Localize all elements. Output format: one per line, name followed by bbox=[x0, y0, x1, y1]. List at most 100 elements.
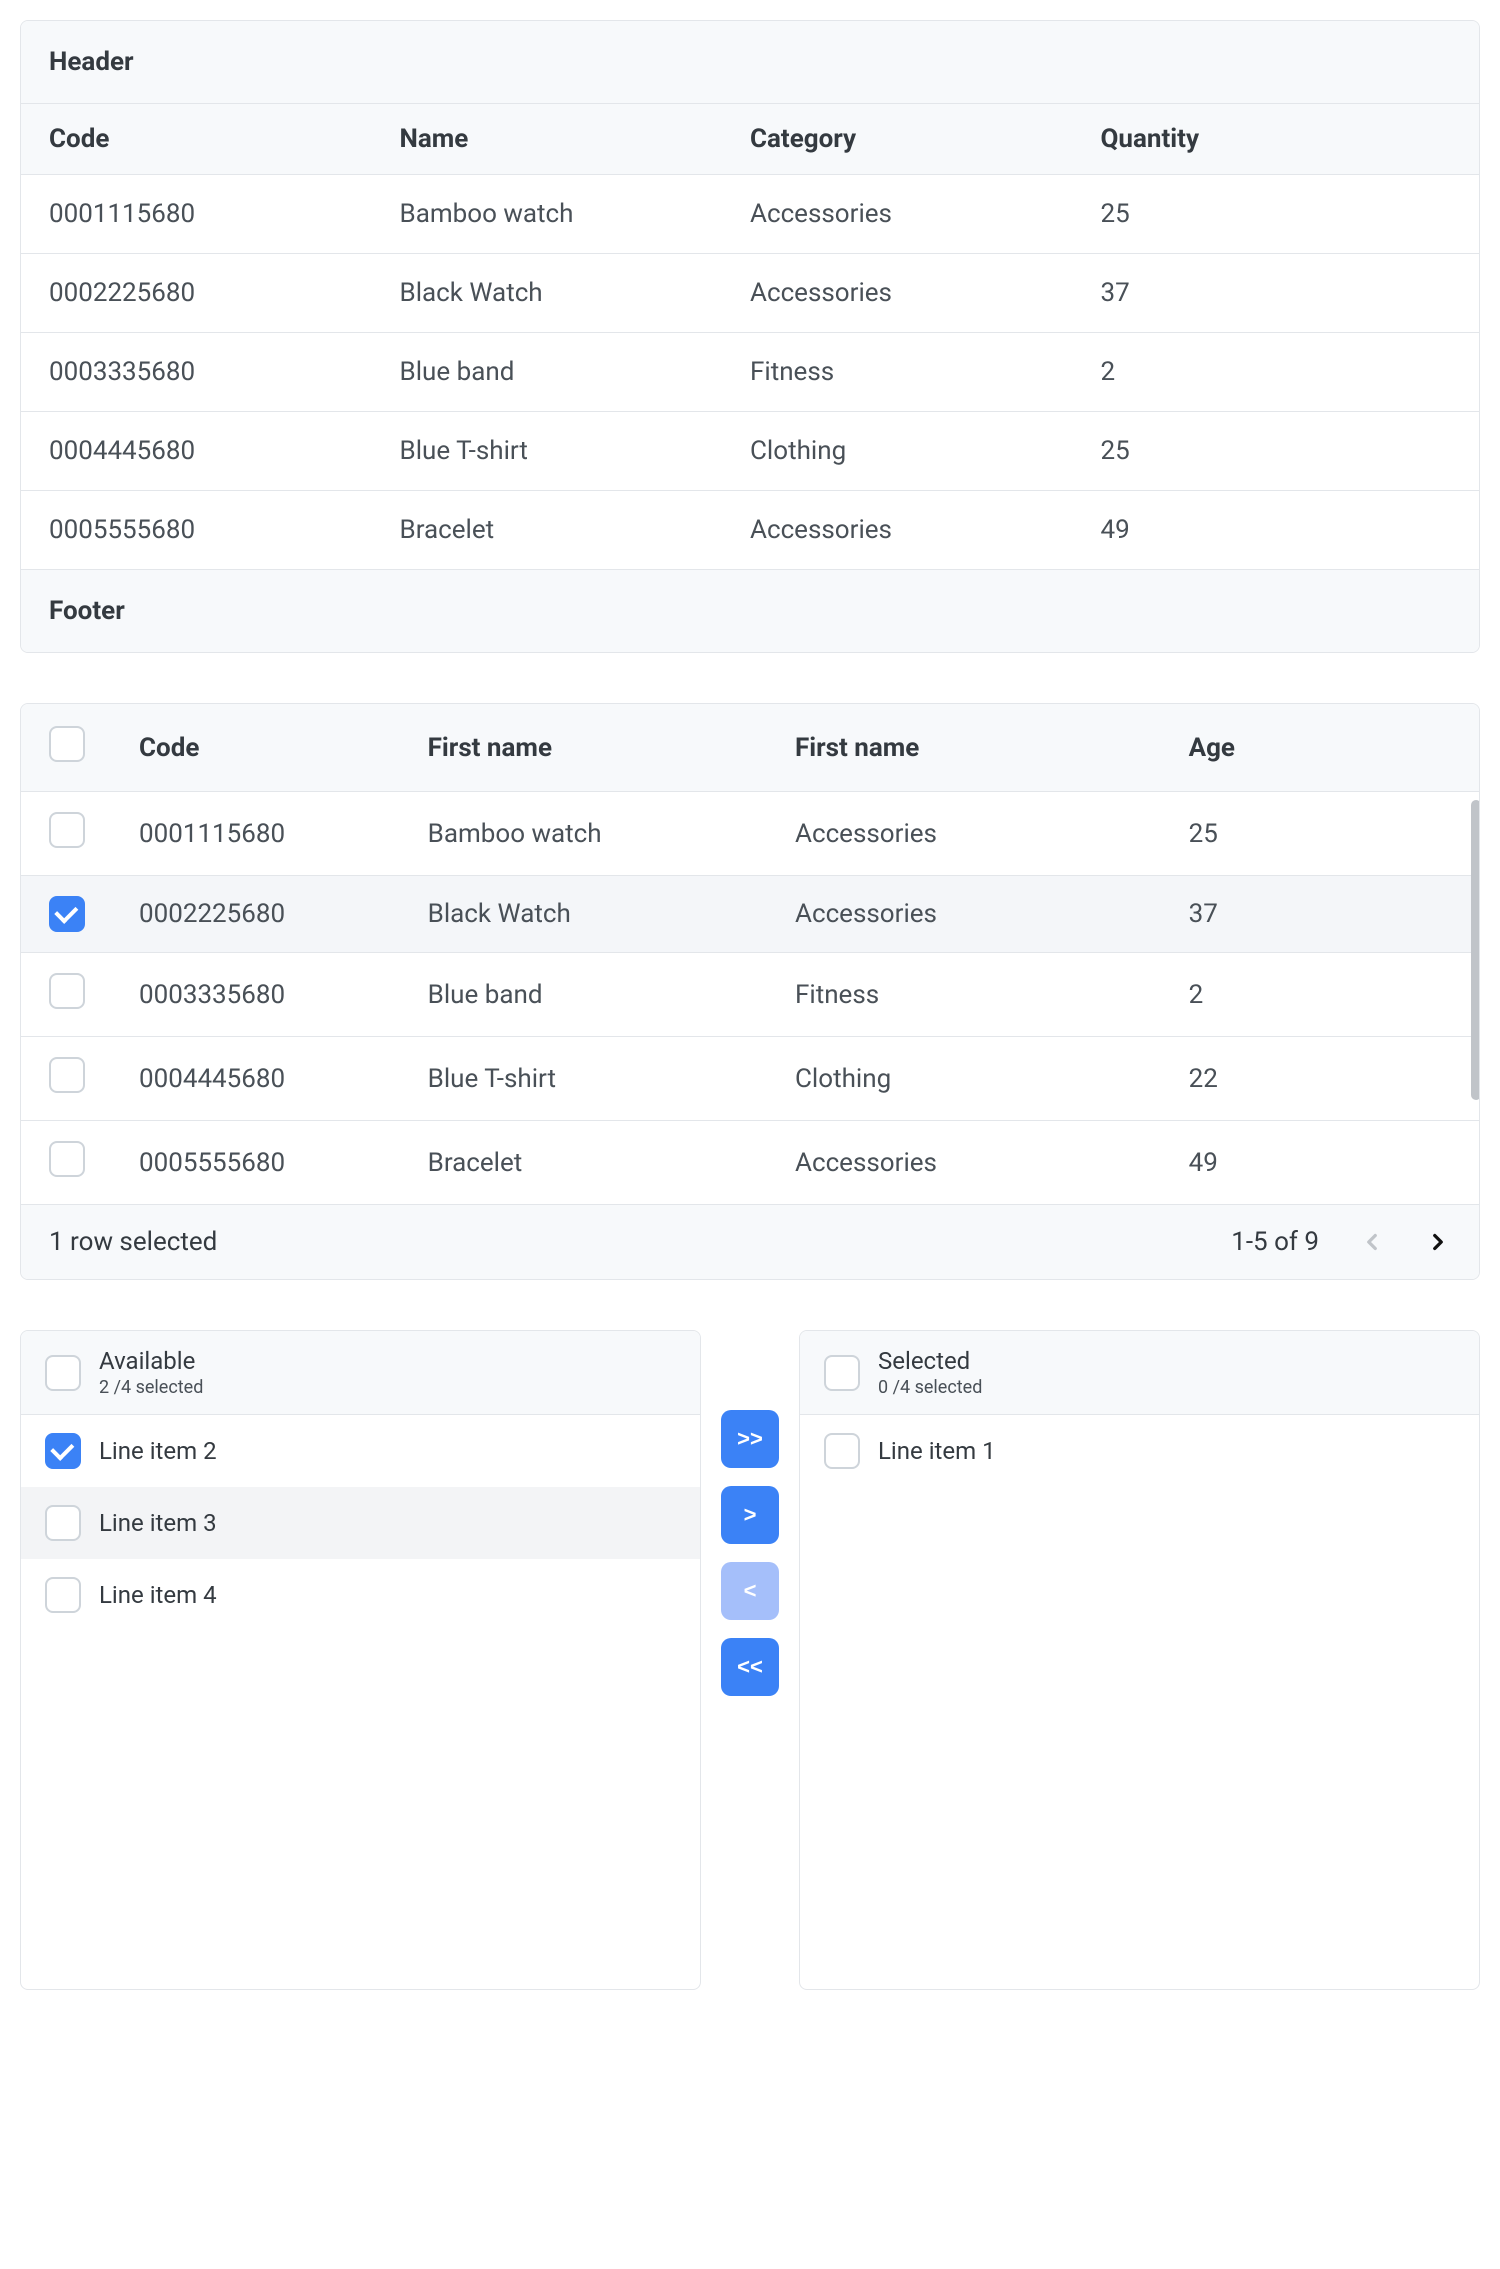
item-label: Line item 2 bbox=[99, 1437, 217, 1465]
available-subtitle: 2 /4 selected bbox=[99, 1377, 203, 1398]
table-pagination: 1 row selected 1-5 of 9 bbox=[21, 1205, 1479, 1279]
cell-c3: Fitness bbox=[795, 980, 1189, 1010]
item-checkbox[interactable] bbox=[824, 1433, 860, 1469]
table-body: 0001115680Bamboo watchAccessories2500022… bbox=[21, 792, 1479, 1205]
row-checkbox[interactable] bbox=[49, 896, 85, 932]
page-range: 1-5 of 9 bbox=[1231, 1227, 1319, 1257]
table-header: Header bbox=[21, 21, 1479, 103]
table-row[interactable]: 0003335680Blue bandFitness2 bbox=[21, 953, 1479, 1037]
row-checkbox[interactable] bbox=[49, 812, 85, 848]
cell-code: 0001115680 bbox=[49, 199, 400, 229]
cell-name: Bracelet bbox=[400, 515, 751, 545]
row-checkbox[interactable] bbox=[49, 973, 85, 1009]
cell-c2: Black Watch bbox=[428, 899, 795, 929]
cell-c3: Accessories bbox=[795, 819, 1189, 849]
item-checkbox[interactable] bbox=[45, 1577, 81, 1613]
cell-category: Accessories bbox=[750, 199, 1101, 229]
prev-page-button[interactable] bbox=[1359, 1229, 1385, 1255]
cell-category: Accessories bbox=[750, 278, 1101, 308]
cell-c4: 22 bbox=[1189, 1064, 1451, 1094]
table-row[interactable]: 0005555680BraceletAccessories49 bbox=[21, 1121, 1479, 1205]
select-all-checkbox[interactable] bbox=[49, 726, 85, 762]
cell-quantity: 25 bbox=[1101, 199, 1452, 229]
table-row[interactable]: 0001115680Bamboo watchAccessories25 bbox=[21, 792, 1479, 876]
col-age: Age bbox=[1189, 733, 1451, 763]
selected-list: Selected 0 /4 selected Line item 1 bbox=[799, 1330, 1480, 1990]
cell-category: Fitness bbox=[750, 357, 1101, 387]
selection-status: 1 row selected bbox=[49, 1227, 217, 1257]
cell-code: 0005555680 bbox=[139, 1148, 428, 1178]
col-category: Category bbox=[750, 124, 1101, 154]
table-row[interactable]: 0004445680Blue T-shirtClothing22 bbox=[21, 1037, 1479, 1121]
transfer-buttons: >> > < << bbox=[721, 1330, 779, 1696]
cell-name: Bamboo watch bbox=[400, 199, 751, 229]
list-item[interactable]: Line item 1 bbox=[800, 1415, 1479, 1487]
item-label: Line item 3 bbox=[99, 1509, 217, 1537]
cell-quantity: 37 bbox=[1101, 278, 1452, 308]
list-item[interactable]: Line item 3 bbox=[21, 1487, 700, 1559]
col-first-name: First name bbox=[428, 733, 795, 763]
available-select-all-checkbox[interactable] bbox=[45, 1355, 81, 1391]
scrollbar-thumb[interactable] bbox=[1471, 800, 1480, 1100]
cell-c3: Clothing bbox=[795, 1064, 1189, 1094]
move-left-button[interactable]: < bbox=[721, 1562, 779, 1620]
selected-title: Selected bbox=[878, 1347, 982, 1375]
col-quantity: Quantity bbox=[1101, 124, 1452, 154]
cell-c4: 25 bbox=[1189, 819, 1451, 849]
next-page-button[interactable] bbox=[1425, 1229, 1451, 1255]
cell-c2: Bamboo watch bbox=[428, 819, 795, 849]
item-label: Line item 1 bbox=[878, 1437, 996, 1465]
table-row: 0004445680Blue T-shirtClothing25 bbox=[21, 412, 1479, 491]
cell-code: 0001115680 bbox=[139, 819, 428, 849]
table-row: 0001115680Bamboo watchAccessories25 bbox=[21, 175, 1479, 254]
cell-c3: Accessories bbox=[795, 899, 1189, 929]
item-checkbox[interactable] bbox=[45, 1433, 81, 1469]
cell-code: 0003335680 bbox=[139, 980, 428, 1010]
col-code: Code bbox=[49, 124, 400, 154]
move-right-button[interactable]: > bbox=[721, 1486, 779, 1544]
list-item[interactable]: Line item 4 bbox=[21, 1559, 700, 1631]
selected-select-all-checkbox[interactable] bbox=[824, 1355, 860, 1391]
row-checkbox[interactable] bbox=[49, 1141, 85, 1177]
cell-code: 0003335680 bbox=[49, 357, 400, 387]
selectable-table: Code First name First name Age 000111568… bbox=[20, 703, 1480, 1280]
cell-code: 0005555680 bbox=[49, 515, 400, 545]
table-row: 0003335680Blue bandFitness2 bbox=[21, 333, 1479, 412]
col-first-name-2: First name bbox=[795, 733, 1189, 763]
list-item[interactable]: Line item 2 bbox=[21, 1415, 700, 1487]
cell-code: 0002225680 bbox=[49, 278, 400, 308]
cell-name: Blue band bbox=[400, 357, 751, 387]
available-title: Available bbox=[99, 1347, 203, 1375]
transfer-list: Available 2 /4 selected Line item 2 Line … bbox=[20, 1330, 1480, 1990]
cell-code: 0002225680 bbox=[139, 899, 428, 929]
cell-quantity: 25 bbox=[1101, 436, 1452, 466]
cell-category: Clothing bbox=[750, 436, 1101, 466]
cell-c4: 49 bbox=[1189, 1148, 1451, 1178]
cell-quantity: 2 bbox=[1101, 357, 1452, 387]
products-table: Header Code Name Category Quantity 00011… bbox=[20, 20, 1480, 653]
col-name: Name bbox=[400, 124, 751, 154]
col-code: Code bbox=[139, 733, 428, 763]
item-checkbox[interactable] bbox=[45, 1505, 81, 1541]
table-row[interactable]: 0002225680Black WatchAccessories37 bbox=[21, 876, 1479, 953]
cell-code: 0004445680 bbox=[49, 436, 400, 466]
move-all-right-button[interactable]: >> bbox=[721, 1410, 779, 1468]
move-all-left-button[interactable]: << bbox=[721, 1638, 779, 1696]
cell-category: Accessories bbox=[750, 515, 1101, 545]
available-list: Available 2 /4 selected Line item 2 Line … bbox=[20, 1330, 701, 1990]
cell-c4: 2 bbox=[1189, 980, 1451, 1010]
table-columns: Code Name Category Quantity bbox=[21, 103, 1479, 175]
cell-c2: Blue band bbox=[428, 980, 795, 1010]
table-columns: Code First name First name Age bbox=[21, 704, 1479, 792]
item-label: Line item 4 bbox=[99, 1581, 217, 1609]
table-row: 0002225680Black WatchAccessories37 bbox=[21, 254, 1479, 333]
cell-name: Black Watch bbox=[400, 278, 751, 308]
cell-quantity: 49 bbox=[1101, 515, 1452, 545]
cell-code: 0004445680 bbox=[139, 1064, 428, 1094]
cell-c2: Bracelet bbox=[428, 1148, 795, 1178]
cell-name: Blue T-shirt bbox=[400, 436, 751, 466]
cell-c4: 37 bbox=[1189, 899, 1451, 929]
selected-subtitle: 0 /4 selected bbox=[878, 1377, 982, 1398]
cell-c2: Blue T-shirt bbox=[428, 1064, 795, 1094]
row-checkbox[interactable] bbox=[49, 1057, 85, 1093]
